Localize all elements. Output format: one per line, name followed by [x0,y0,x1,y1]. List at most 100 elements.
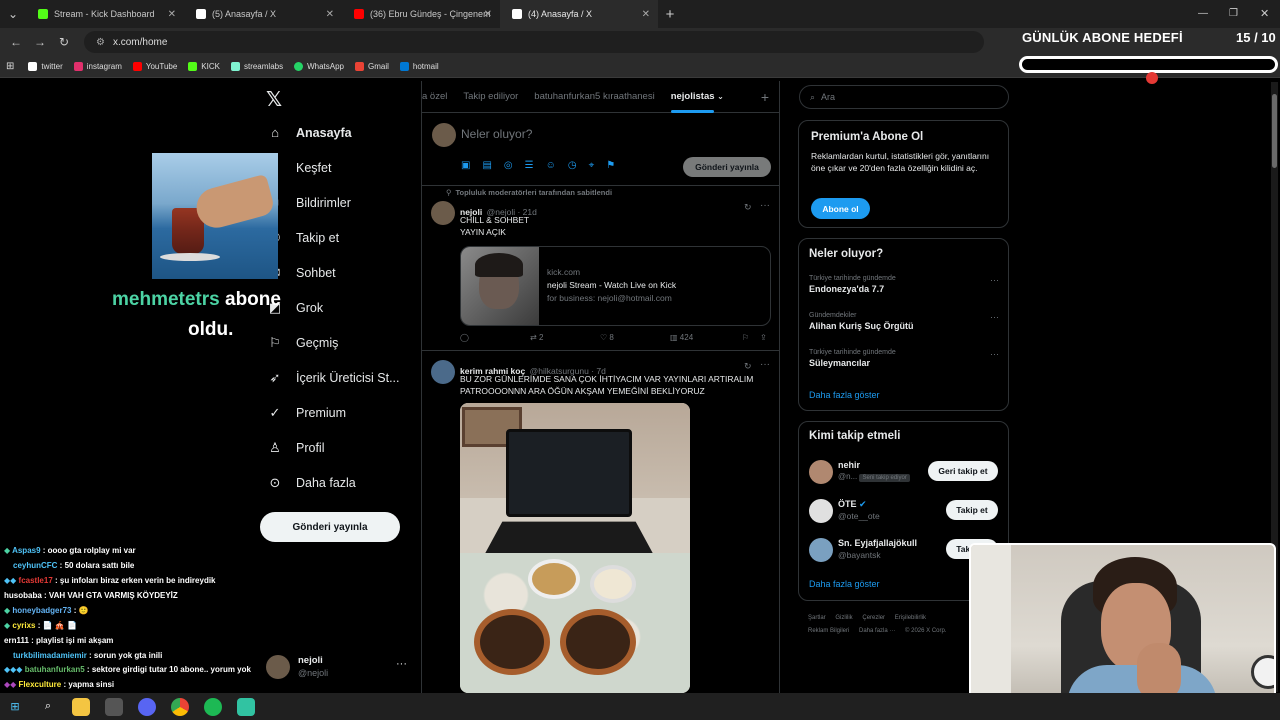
x-logo-icon[interactable]: 𝕏 [266,87,282,112]
link-card[interactable]: kick.com nejoli Stream - Watch Live on K… [460,246,771,326]
file-explorer-icon[interactable] [72,697,90,716]
flag-icon[interactable]: ⚑ [606,160,615,171]
share-icon[interactable]: ⇪ [760,333,767,342]
more-icon[interactable]: ··· [990,349,999,359]
who-show-more[interactable]: Daha fazla göster [809,579,880,589]
like-button[interactable]: ♡ 8 [600,333,614,342]
more-icon[interactable]: ··· [396,658,407,670]
tweet[interactable]: kerim rahmi koç @hilkatsurgunu · 7d ↻ ··… [422,352,779,693]
nav-creator-studio[interactable]: ➶ İçerik Üreticisi St... [268,371,400,386]
url-input[interactable]: ⚙ x.com/home [84,31,984,53]
bookmark-gmail[interactable]: Gmail [355,62,389,71]
post-button[interactable]: Gönderi yayınla [260,512,400,542]
avatar[interactable] [431,201,455,225]
views-button[interactable]: ▥ 424 [670,333,693,342]
add-tab-icon[interactable]: + [761,89,769,105]
more-icon[interactable]: ··· [760,200,770,211]
repost-button[interactable]: ⇄ 2 [530,333,543,342]
discord-icon[interactable] [138,697,156,716]
nav-bookmarks[interactable]: ⚐ Geçmiş [268,336,338,351]
grok-icon[interactable]: ◎ [504,160,513,171]
tab-nejolistas[interactable]: nejolistas ⌄ [670,91,724,113]
app-icon[interactable] [105,697,123,716]
follow-suggestion[interactable]: nehir @n... Seni takip ediyor Geri takip… [809,458,1004,486]
tab-search-icon[interactable]: ⌄ [0,7,26,21]
bookmark-kick[interactable]: KICK [188,62,220,71]
trend-item[interactable]: Gündemdekiler Alihan Kuriş Suç Örgütü ··… [809,312,999,331]
close-icon[interactable]: ✕ [484,9,492,20]
footer-link[interactable]: Reklam Bilgileri [808,628,849,634]
nav-chat[interactable]: ✉Sohbet [268,266,336,281]
account-switcher[interactable]: nejoli @nejoli ··· [266,654,412,682]
bookmark-youtube[interactable]: YouTube [132,62,177,71]
compose-post-button[interactable]: Gönderi yayınla [683,157,771,177]
compose-input[interactable]: Neler oluyor? [461,127,532,141]
avatar[interactable] [431,360,455,384]
nav-premium[interactable]: ✓ Premium [268,406,346,421]
site-info-icon[interactable]: ⚙ [96,37,105,48]
tab-community[interactable]: batuhanfurkan5 kıraathanesi [534,91,654,102]
scrollbar-thumb[interactable] [1272,94,1277,168]
schedule-icon[interactable]: ◷ [568,160,577,171]
close-icon[interactable]: ✕ [642,9,650,20]
grok-icon[interactable]: ↻ [744,202,752,213]
search-icon[interactable]: ⌕ [39,698,57,716]
search-input[interactable]: ⌕ Ara [799,85,1009,109]
nav-home[interactable]: ⌂ Anasayfa [268,126,352,141]
bookmark-icon[interactable]: ⚐ [742,333,749,342]
new-tab-icon[interactable]: + [658,6,682,23]
poll-icon[interactable]: ☰ [525,160,534,171]
windows-start-icon[interactable]: ⊞ [6,698,24,716]
close-icon[interactable]: ✕ [168,9,176,20]
apps-grid-icon[interactable]: ⊞ [6,61,14,72]
tab-private[interactable]: a özel [422,91,447,102]
spotify-icon[interactable] [204,697,222,716]
more-icon[interactable]: ··· [760,359,770,370]
restore-icon[interactable]: ❐ [1229,8,1238,19]
follow-back-button[interactable]: Geri takip et [928,461,998,481]
minimize-icon[interactable]: — [1198,8,1208,19]
bookmark-hotmail[interactable]: hotmail [399,62,439,71]
bookmark-twitter[interactable]: twitter [28,62,63,71]
tweet-photo[interactable] [460,403,690,693]
location-icon[interactable]: ⌖ [589,160,595,171]
bookmark-instagram[interactable]: instagram [73,62,122,71]
browser-tab[interactable]: Stream - Kick Dashboard ✕ [26,0,184,28]
gif-icon[interactable]: ▤ [482,160,491,171]
close-icon[interactable]: ✕ [326,9,334,20]
bookmark-whatsapp[interactable]: WhatsApp [294,62,344,71]
premium-subscribe-button[interactable]: Abone ol [811,198,870,219]
follow-button[interactable]: Takip et [946,500,998,520]
reply-icon[interactable]: ◯ [460,333,469,342]
grok-icon[interactable]: ↻ [744,361,752,372]
reload-icon[interactable]: ↻ [52,35,76,49]
close-window-icon[interactable]: ✕ [1260,7,1269,20]
footer-link[interactable]: Şartlar [808,615,826,621]
nav-notifications[interactable]: ♫Bildirimler [268,196,351,211]
more-icon[interactable]: ··· [990,312,999,322]
trends-show-more[interactable]: Daha fazla göster [809,390,880,400]
nav-follow[interactable]: ⚇Takip et [268,231,339,246]
streamlabs-icon[interactable] [237,697,255,716]
emoji-icon[interactable]: ☺ [546,160,556,171]
footer-link[interactable]: Daha fazla ··· [859,628,895,634]
trend-item[interactable]: Türkiye tarihinde gündemde Süleymancılar… [809,349,999,368]
tab-following[interactable]: Takip ediliyor [463,91,518,102]
footer-link[interactable]: Çerezler [862,615,885,621]
more-icon[interactable]: ··· [990,275,999,285]
trend-item[interactable]: Türkiye tarihinde gündemde Endonezya'da … [809,275,999,294]
footer-link[interactable]: Gizlilik [835,615,852,621]
follow-suggestion[interactable]: ÖTE ✔ @ote__ote Takip et [809,497,1004,525]
footer-link[interactable]: Erişilebilirlik [895,615,926,621]
back-icon[interactable]: ← [4,35,28,49]
browser-tab[interactable]: (5) Anasayfa / X ✕ [184,0,342,28]
nav-more[interactable]: ⊙ Daha fazla [268,476,356,491]
forward-icon[interactable]: → [28,35,52,49]
nav-profile[interactable]: ♙ Profil [268,441,324,456]
bookmark-streamlabs[interactable]: streamlabs [230,62,283,71]
tweet[interactable]: ⚲ Topluluk moderatörleri tarafından sabit… [422,187,779,351]
browser-tab-active[interactable]: (4) Anasayfa / X ✕ [500,0,658,28]
chrome-icon[interactable] [171,697,189,716]
image-icon[interactable]: ▣ [461,160,470,171]
browser-tab[interactable]: (36) Ebru Gündeş - Çingenem ... ✕ [342,0,500,28]
